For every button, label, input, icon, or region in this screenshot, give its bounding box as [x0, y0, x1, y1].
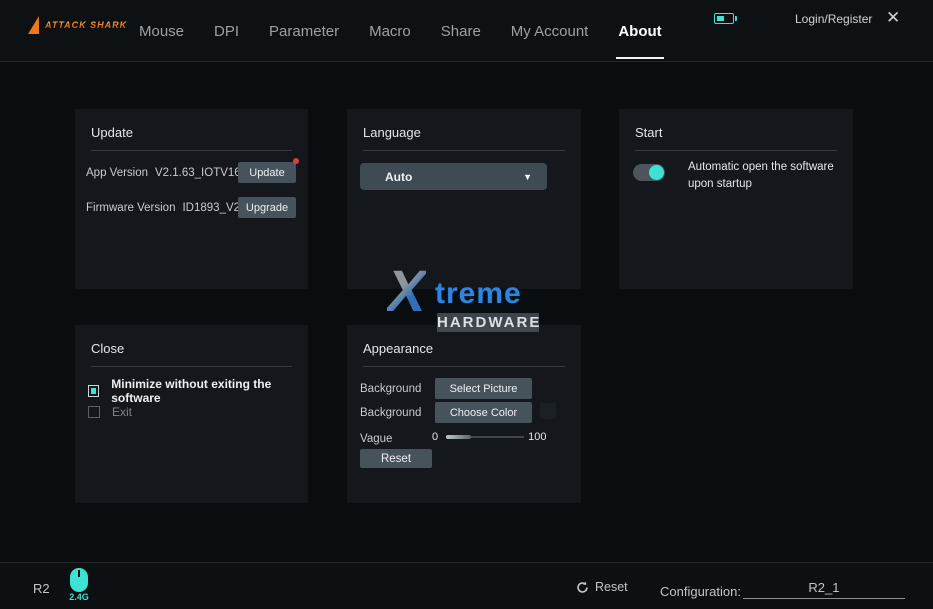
login-register-link[interactable]: Login/Register	[795, 12, 872, 26]
shark-fin-icon	[28, 16, 43, 34]
profile-name: R2	[33, 581, 50, 596]
toggle-knob	[649, 165, 664, 180]
tab-macro[interactable]: Macro	[367, 3, 413, 60]
divider	[635, 150, 837, 151]
divider	[91, 150, 292, 151]
minimize-option-label: Minimize without exiting the software	[111, 377, 308, 405]
language-selected-value: Auto	[385, 170, 412, 184]
tab-about[interactable]: About	[616, 3, 663, 60]
tab-my-account[interactable]: My Account	[509, 3, 591, 60]
slider-fill	[446, 435, 471, 439]
divider	[363, 366, 565, 367]
panel-title: Language	[363, 125, 421, 140]
exit-option[interactable]: Exit	[88, 405, 132, 419]
main-tabs: Mouse DPI Parameter Macro Share My Accou…	[137, 0, 664, 62]
mouse-icon	[70, 568, 88, 592]
app-logo: ATTACK SHARK	[30, 16, 127, 34]
minimize-option[interactable]: Minimize without exiting the software	[88, 377, 308, 405]
divider	[363, 150, 565, 151]
vague-slider[interactable]	[446, 436, 524, 438]
refresh-icon	[576, 581, 589, 594]
language-dropdown[interactable]: Auto ▼	[360, 163, 547, 190]
app-version-row: App Version V2.1.63_IOTV167 Update	[86, 162, 297, 183]
configuration-field: Configuration: R2_1	[660, 580, 905, 599]
close-panel: Close Minimize without exiting the softw…	[75, 325, 308, 503]
header: ATTACK SHARK Mouse DPI Parameter Macro S…	[0, 0, 933, 62]
autostart-label: Automatic open the software upon startup	[688, 159, 838, 192]
background-picture-label: Background	[360, 383, 421, 395]
panel-title: Appearance	[363, 341, 433, 356]
battery-icon	[714, 13, 734, 24]
device-status[interactable]: 2.4G	[66, 568, 92, 602]
app-version-label: App Version	[86, 167, 148, 179]
update-button[interactable]: Update	[238, 162, 296, 183]
slider-max-label: 100	[528, 431, 546, 443]
configuration-name-input[interactable]: R2_1	[743, 580, 905, 599]
reset-configuration-button[interactable]: Reset	[576, 580, 628, 594]
language-panel: Language Auto ▼	[347, 109, 581, 289]
footer: R2 2.4G Reset Configuration: R2_1	[0, 562, 933, 609]
firmware-version-row: Firmware Version ID1893_V201 Upgrade	[86, 197, 297, 218]
upgrade-button[interactable]: Upgrade	[238, 197, 296, 218]
update-panel: Update App Version V2.1.63_IOTV167 Updat…	[75, 109, 308, 289]
update-notification-dot	[293, 158, 299, 164]
checkbox-unchecked-icon[interactable]	[88, 406, 100, 418]
close-window-icon[interactable]: ✕	[886, 8, 900, 28]
start-panel: Start Automatic open the software upon s…	[619, 109, 853, 289]
tab-mouse[interactable]: Mouse	[137, 3, 186, 60]
exit-option-label: Exit	[112, 405, 132, 419]
background-color-label: Background	[360, 407, 421, 419]
vague-label: Vague	[360, 433, 392, 445]
panel-title: Update	[91, 125, 133, 140]
panel-title: Close	[91, 341, 124, 356]
brand-name: ATTACK SHARK	[45, 20, 127, 30]
vague-slider-row: 0 100	[432, 430, 568, 444]
chevron-down-icon: ▼	[523, 172, 532, 182]
connection-mode-label: 2.4G	[66, 592, 92, 602]
reset-label: Reset	[595, 580, 628, 594]
select-picture-button[interactable]: Select Picture	[435, 378, 532, 399]
tab-share[interactable]: Share	[439, 3, 483, 60]
appearance-reset-button[interactable]: Reset	[360, 449, 432, 468]
panel-title: Start	[635, 125, 662, 140]
checkbox-checked-icon[interactable]	[88, 385, 99, 397]
choose-color-button[interactable]: Choose Color	[435, 402, 532, 423]
tab-dpi[interactable]: DPI	[212, 3, 241, 60]
configuration-label: Configuration:	[660, 584, 741, 599]
slider-min-label: 0	[432, 431, 438, 443]
appearance-panel: Appearance Background Select Picture Bac…	[347, 325, 581, 503]
autostart-toggle[interactable]	[633, 164, 665, 181]
app-version-value: V2.1.63_IOTV167	[155, 167, 247, 179]
firmware-version-label: Firmware Version	[86, 202, 175, 214]
divider	[91, 366, 292, 367]
color-swatch[interactable]	[540, 403, 556, 419]
tab-parameter[interactable]: Parameter	[267, 3, 341, 60]
